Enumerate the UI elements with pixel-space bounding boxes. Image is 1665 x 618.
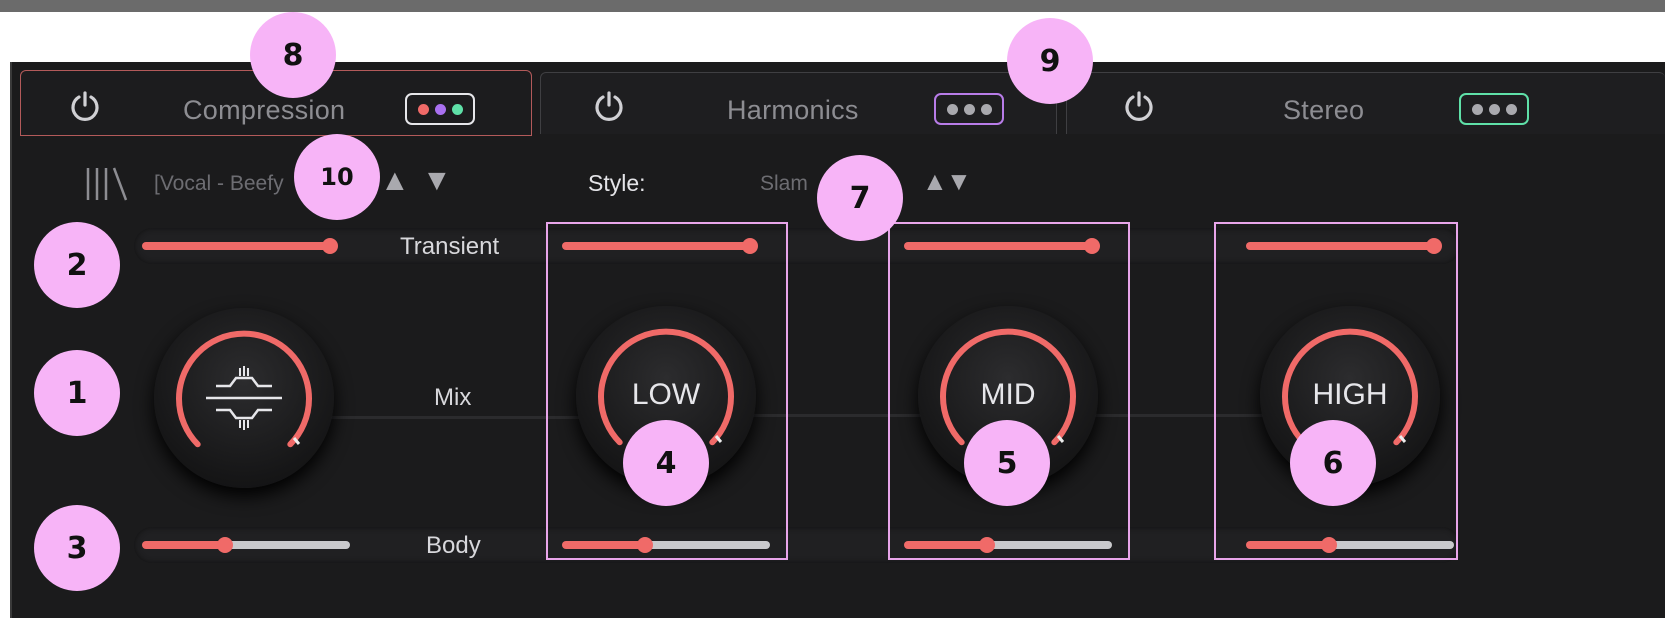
power-icon[interactable]	[1122, 89, 1156, 123]
annotation-badge: 9	[1007, 18, 1093, 104]
preset-up-arrow-icon[interactable]: ▲	[380, 166, 410, 196]
slider-track-fill	[142, 242, 330, 250]
dot-icon	[451, 103, 463, 115]
dot-icon	[434, 103, 446, 115]
style-up-arrow-icon[interactable]: ▲	[922, 166, 948, 196]
tab-label: Stereo	[1283, 95, 1365, 125]
more-options-button[interactable]	[1459, 93, 1529, 125]
high-band-highlight	[1214, 222, 1458, 560]
slider-track-fill	[142, 541, 226, 549]
dot-icon	[1471, 103, 1483, 115]
more-options-button[interactable]	[405, 93, 475, 125]
tab-stereo[interactable]: Stereo	[1066, 72, 1665, 134]
tab-label: Compression	[183, 95, 346, 125]
window-top-strip	[0, 0, 1665, 12]
annotation-badge: 4	[623, 420, 709, 506]
power-icon[interactable]	[592, 89, 626, 123]
annotation-badge: 2	[34, 222, 120, 308]
annotation-badge: 8	[250, 12, 336, 98]
style-down-arrow-icon[interactable]: ▼	[946, 166, 972, 196]
annotation-badge: 7	[817, 155, 903, 241]
dot-icon	[1488, 103, 1500, 115]
mid-band-highlight	[888, 222, 1130, 560]
body-label: Body	[426, 532, 481, 559]
dot-icon	[963, 103, 975, 115]
power-icon[interactable]	[68, 89, 102, 123]
mix-knob[interactable]	[154, 308, 334, 488]
annotation-badge: 5	[964, 420, 1050, 506]
preset-name[interactable]: [Vocal - Beefy	[154, 172, 284, 196]
more-options-button[interactable]	[934, 93, 1004, 125]
slider-thumb[interactable]	[321, 238, 338, 254]
dot-icon	[980, 103, 992, 115]
low-band-highlight	[546, 222, 788, 560]
annotation-badge: 1	[34, 350, 120, 436]
slider-track-remaining	[225, 541, 350, 549]
dot-icon	[1505, 103, 1517, 115]
tab-harmonics[interactable]: Harmonics	[540, 72, 1057, 134]
style-label: Style:	[588, 170, 646, 196]
tab-label: Harmonics	[727, 95, 859, 125]
compression-icon	[206, 366, 282, 430]
annotation-badge: 6	[1290, 420, 1376, 506]
annotation-badge: 3	[34, 505, 120, 591]
style-value[interactable]: Slam	[760, 172, 808, 196]
transient-label: Transient	[400, 233, 500, 260]
dot-icon	[946, 103, 958, 115]
dot-icon	[417, 103, 429, 115]
library-icon[interactable]	[84, 164, 130, 204]
annotation-badge: 10	[294, 134, 380, 220]
mix-label: Mix	[434, 384, 472, 411]
preset-down-arrow-icon[interactable]: ▼	[422, 166, 452, 196]
